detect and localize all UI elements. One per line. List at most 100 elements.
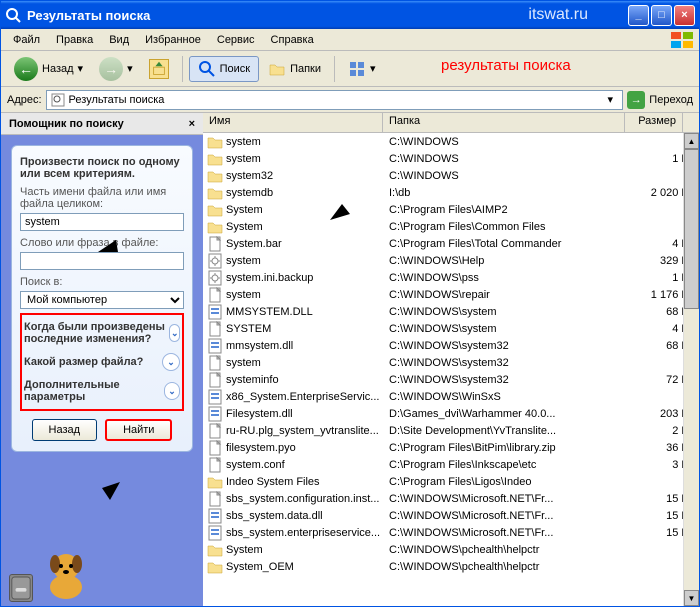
column-name[interactable]: Имя bbox=[203, 113, 383, 132]
filename-input[interactable] bbox=[20, 213, 184, 231]
notebook-icon[interactable] bbox=[9, 574, 33, 602]
search-dog-icon[interactable] bbox=[41, 542, 91, 602]
result-row[interactable]: systemC:\WINDOWS\Help329 КБ bbox=[203, 252, 699, 269]
column-size[interactable]: Размер bbox=[625, 113, 683, 132]
sidebar-header: Помощник по поиску × bbox=[1, 113, 203, 135]
result-row[interactable]: systeminfoC:\WINDOWS\system3272 КБ bbox=[203, 371, 699, 388]
result-path: C:\WINDOWS\Microsoft.NET\Fr... bbox=[389, 527, 643, 539]
result-row[interactable]: systemC:\WINDOWS\system32 bbox=[203, 354, 699, 371]
titlebar[interactable]: Результаты поиска itswat.ru _ □ × bbox=[1, 1, 699, 29]
phrase-input[interactable] bbox=[20, 252, 184, 270]
search-sidebar: Помощник по поиску × Произвести поиск по… bbox=[1, 113, 203, 606]
expand-modified[interactable]: Когда были произведены последние изменен… bbox=[24, 317, 180, 349]
result-name: system.ini.backup bbox=[226, 272, 389, 284]
result-row[interactable]: systemC:\WINDOWS1 КБ bbox=[203, 150, 699, 167]
expand-more[interactable]: Дополнительные параметры ⌄ bbox=[24, 375, 180, 407]
result-row[interactable]: systemdbI:\db2 020 КБ bbox=[203, 184, 699, 201]
find-button[interactable]: Найти bbox=[105, 419, 172, 441]
lookin-select[interactable]: Мой компьютер bbox=[20, 291, 184, 309]
result-row[interactable]: SystemC:\Program Files\Common Files bbox=[203, 218, 699, 235]
go-button[interactable]: → Переход bbox=[627, 91, 693, 109]
result-row[interactable]: x86_System.EnterpriseServic...C:\WINDOWS… bbox=[203, 388, 699, 405]
menu-file[interactable]: Файл bbox=[5, 32, 48, 48]
address-bar: Адрес: Результаты поиска ▾ → Переход bbox=[1, 87, 699, 113]
scroll-thumb[interactable] bbox=[684, 149, 699, 309]
vertical-scrollbar[interactable]: ▲ ▼ bbox=[683, 133, 699, 606]
menu-view[interactable]: Вид bbox=[101, 32, 137, 48]
result-row[interactable]: sbs_system.data.dllC:\WINDOWS\Microsoft.… bbox=[203, 507, 699, 524]
result-row[interactable]: MMSYSTEM.DLLC:\WINDOWS\system68 КБ bbox=[203, 303, 699, 320]
annotation-redbox: Когда были произведены последние изменен… bbox=[20, 313, 184, 411]
go-icon: → bbox=[627, 91, 645, 109]
result-path: C:\WINDOWS\WinSxS bbox=[389, 391, 643, 403]
list-body[interactable]: systemC:\WINDOWSsystemC:\WINDOWS1 КБsyst… bbox=[203, 133, 699, 606]
result-row[interactable]: Filesystem.dllD:\Games_dvi\Warhammer 40.… bbox=[203, 405, 699, 422]
folders-button[interactable]: Папки bbox=[261, 56, 328, 82]
result-row[interactable]: mmsystem.dllC:\WINDOWS\system3268 КБ bbox=[203, 337, 699, 354]
result-path: C:\Program Files\Ligos\Indeo bbox=[389, 476, 643, 488]
sidebar-close-icon[interactable]: × bbox=[189, 118, 195, 130]
result-row[interactable]: SystemC:\WINDOWS\pchealth\helpctr bbox=[203, 541, 699, 558]
back-button[interactable]: ← Назад ▾ bbox=[7, 53, 90, 85]
result-path: C:\Program Files\Total Commander bbox=[389, 238, 643, 250]
search-toolbar-button[interactable]: Поиск bbox=[189, 56, 259, 82]
result-row[interactable]: sbs_system.configuration.inst...C:\WINDO… bbox=[203, 490, 699, 507]
result-row[interactable]: System_OEMC:\WINDOWS\pchealth\helpctr bbox=[203, 558, 699, 575]
result-name: sbs_system.enterpriseservice... bbox=[226, 527, 389, 539]
result-row[interactable]: system32C:\WINDOWS bbox=[203, 167, 699, 184]
views-button[interactable]: ▾ bbox=[341, 56, 383, 82]
forward-icon: → bbox=[99, 57, 123, 81]
result-name: sbs_system.configuration.inst... bbox=[226, 493, 389, 505]
expand-size[interactable]: Какой размер файла? ⌄ bbox=[24, 349, 180, 375]
menu-edit[interactable]: Правка bbox=[48, 32, 101, 48]
result-path: C:\Program Files\AIMP2 bbox=[389, 204, 643, 216]
result-row[interactable]: filesystem.pyoC:\Program Files\BitPim\li… bbox=[203, 439, 699, 456]
windows-logo-icon bbox=[671, 32, 695, 48]
separator bbox=[334, 56, 335, 82]
result-row[interactable]: system.confC:\Program Files\Inkscape\etc… bbox=[203, 456, 699, 473]
maximize-button[interactable]: □ bbox=[651, 5, 672, 26]
lookin-label: Поиск в: bbox=[20, 276, 184, 288]
close-button[interactable]: × bbox=[674, 5, 695, 26]
result-path: C:\WINDOWS bbox=[389, 170, 643, 182]
result-name: System bbox=[226, 221, 389, 233]
result-row[interactable]: systemC:\WINDOWS bbox=[203, 133, 699, 150]
search-window-icon bbox=[5, 7, 21, 23]
result-name: System_OEM bbox=[226, 561, 389, 573]
scroll-up-icon[interactable]: ▲ bbox=[684, 133, 699, 149]
folders-icon bbox=[268, 60, 286, 78]
watermark: itswat.ru bbox=[528, 6, 588, 24]
menu-tools[interactable]: Сервис bbox=[209, 32, 263, 48]
result-row[interactable]: System.barC:\Program Files\Total Command… bbox=[203, 235, 699, 252]
back-button[interactable]: Назад bbox=[32, 419, 98, 441]
result-row[interactable]: SYSTEMC:\WINDOWS\system4 КБ bbox=[203, 320, 699, 337]
address-input[interactable]: Результаты поиска ▾ bbox=[46, 90, 624, 110]
result-name: mmsystem.dll bbox=[226, 340, 389, 352]
result-name: systemdb bbox=[226, 187, 389, 199]
forward-button[interactable]: → ▾ bbox=[92, 53, 140, 85]
expand-icon: ⌄ bbox=[162, 353, 180, 371]
result-row[interactable]: ru-RU.plg_system_yvtranslite...D:\Site D… bbox=[203, 422, 699, 439]
result-path: C:\WINDOWS\pchealth\helpctr bbox=[389, 544, 643, 556]
separator bbox=[182, 56, 183, 82]
result-path: C:\Program Files\BitPim\library.zip bbox=[389, 442, 643, 454]
address-dropdown-icon[interactable]: ▾ bbox=[602, 93, 618, 106]
result-row[interactable]: Indeo System FilesC:\Program Files\Ligos… bbox=[203, 473, 699, 490]
column-path[interactable]: Папка bbox=[383, 113, 625, 132]
go-label: Переход bbox=[649, 94, 693, 106]
result-path: C:\WINDOWS bbox=[389, 136, 643, 148]
chevron-down-icon: ▾ bbox=[127, 62, 133, 75]
result-row[interactable]: system.ini.backupC:\WINDOWS\pss1 КБ bbox=[203, 269, 699, 286]
result-row[interactable]: systemC:\WINDOWS\repair1 176 КБ bbox=[203, 286, 699, 303]
menu-favorites[interactable]: Избранное bbox=[137, 32, 209, 48]
result-name: system bbox=[226, 289, 389, 301]
result-row[interactable]: SystemC:\Program Files\AIMP2 bbox=[203, 201, 699, 218]
result-row[interactable]: sbs_system.enterpriseservice...C:\WINDOW… bbox=[203, 524, 699, 541]
result-path: C:\Program Files\Inkscape\etc bbox=[389, 459, 643, 471]
minimize-button[interactable]: _ bbox=[628, 5, 649, 26]
scroll-down-icon[interactable]: ▼ bbox=[684, 590, 699, 606]
sidebar-title: Помощник по поиску bbox=[9, 118, 124, 130]
up-button[interactable] bbox=[142, 55, 176, 83]
result-name: system bbox=[226, 255, 389, 267]
menu-help[interactable]: Справка bbox=[263, 32, 322, 48]
